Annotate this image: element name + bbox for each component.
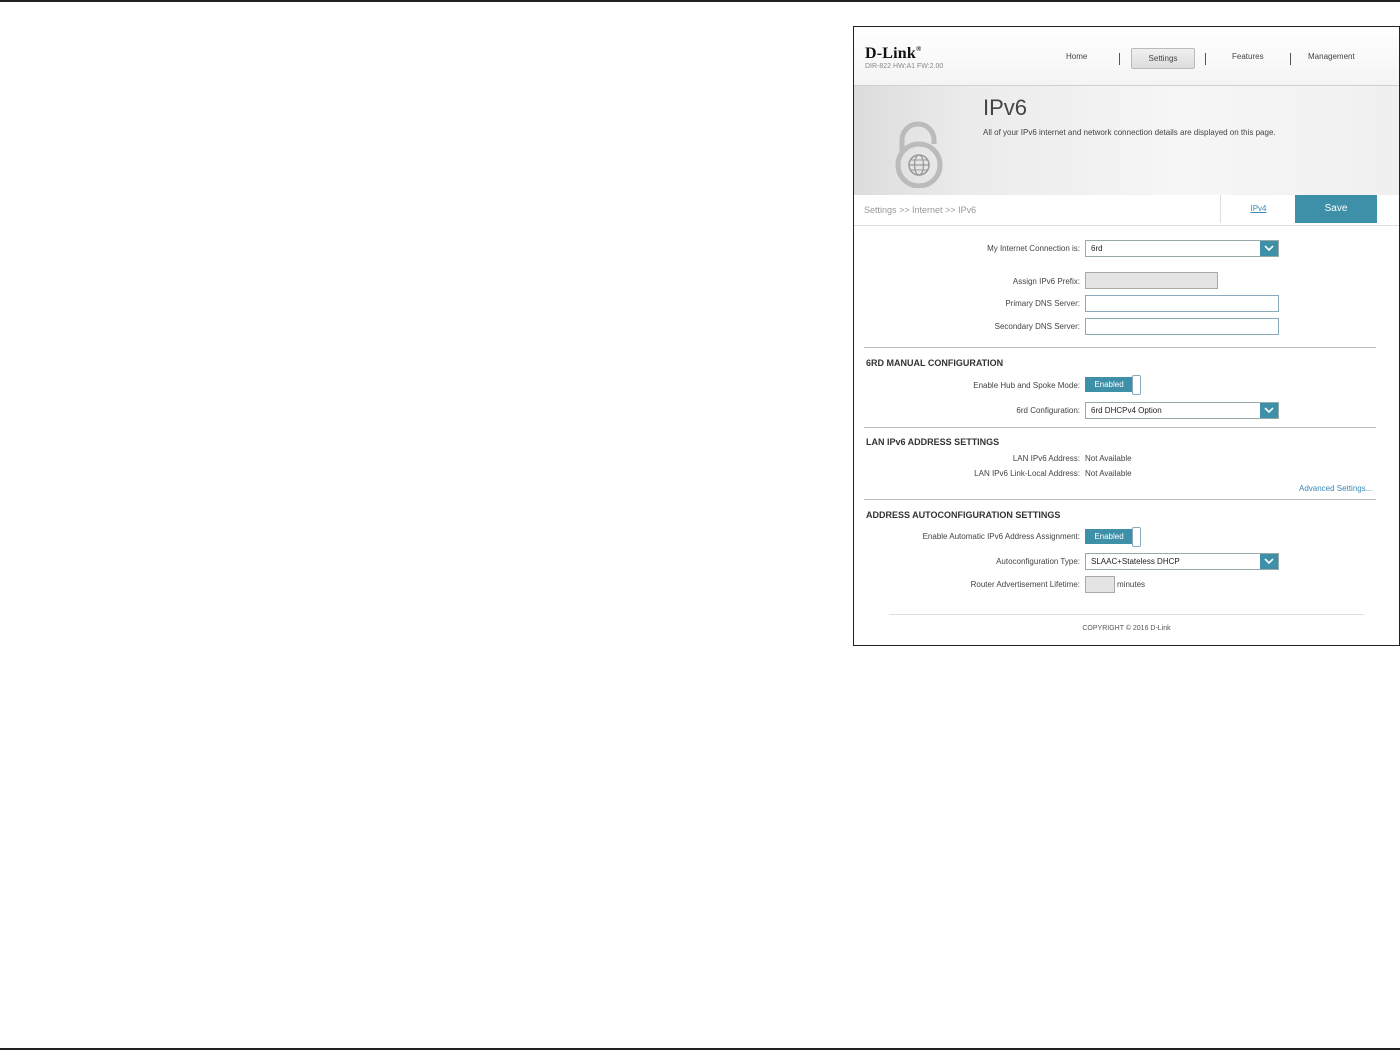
- page-title: IPv6: [983, 95, 1028, 120]
- 6rd-config-select[interactable]: 6rd DHCPv4 Option: [1085, 402, 1279, 419]
- chevron-down-icon: [1260, 403, 1278, 418]
- section-heading-lan: LAN IPv6 ADDRESS SETTINGS: [866, 437, 1000, 447]
- header: D-Link® DIR-822 HW:A1 FW:2.00 Home Setti…: [854, 27, 1399, 85]
- lan-link-local-value: Not Available: [1085, 469, 1132, 478]
- section-divider: [864, 427, 1376, 428]
- connection-type-value: 6rd: [1091, 244, 1103, 253]
- section-heading-6rd: 6RD MANUAL CONFIGURATION: [866, 358, 1004, 368]
- toggle-knob: [1132, 375, 1141, 395]
- model-info: DIR-822 HW:A1 FW:2.00: [865, 63, 944, 70]
- lock-globe-icon: [895, 121, 943, 188]
- secondary-dns-field[interactable]: [1085, 318, 1279, 335]
- auto-assign-label: Enable Automatic IPv6 Address Assignment…: [922, 532, 1080, 541]
- breadcrumb-bar: Settings >> Internet >> IPv6 IPv4 Save: [854, 195, 1399, 226]
- hub-spoke-label: Enable Hub and Spoke Mode:: [973, 381, 1080, 390]
- assign-prefix-field: [1085, 272, 1218, 289]
- nav-settings[interactable]: Settings: [1131, 48, 1195, 69]
- autoconfig-type-value: SLAAC+Stateless DHCP: [1091, 557, 1180, 566]
- primary-dns-field[interactable]: [1085, 295, 1279, 312]
- save-button[interactable]: Save: [1295, 195, 1377, 223]
- lan-address-value: Not Available: [1085, 454, 1132, 463]
- page-top-rule: [0, 0, 1400, 2]
- auto-assign-toggle[interactable]: Enabled: [1085, 527, 1141, 547]
- connection-type-select[interactable]: 6rd: [1085, 240, 1279, 257]
- hub-spoke-toggle[interactable]: Enabled: [1085, 375, 1141, 395]
- lifetime-label: Router Advertisement Lifetime:: [970, 580, 1080, 589]
- chevron-down-icon: [1260, 554, 1278, 569]
- toggle-knob: [1132, 527, 1141, 547]
- section-divider: [864, 347, 1376, 348]
- dlink-logo: D-Link®: [865, 45, 922, 62]
- lifetime-field[interactable]: [1085, 576, 1115, 593]
- hub-spoke-state: Enabled: [1085, 377, 1133, 392]
- nav-home[interactable]: Home: [1066, 52, 1087, 61]
- lan-address-label: LAN IPv6 Address:: [1012, 454, 1080, 463]
- section-divider: [864, 499, 1376, 500]
- router-ui-screenshot: D-Link® DIR-822 HW:A1 FW:2.00 Home Setti…: [853, 26, 1400, 646]
- footer-divider: [889, 614, 1364, 615]
- autoconfig-type-label: Autoconfiguration Type:: [996, 557, 1080, 566]
- page-bottom-rule: [0, 1048, 1400, 1050]
- secondary-dns-label: Secondary DNS Server:: [994, 322, 1080, 331]
- connection-type-label: My Internet Connection is:: [987, 244, 1080, 253]
- 6rd-config-label: 6rd Configuration:: [1016, 406, 1080, 415]
- ipv4-link[interactable]: IPv4: [1220, 195, 1296, 223]
- primary-dns-label: Primary DNS Server:: [1005, 299, 1080, 308]
- advanced-settings-link[interactable]: Advanced Settings...: [1299, 484, 1372, 493]
- nav-management[interactable]: Management: [1308, 52, 1355, 61]
- assign-prefix-label: Assign IPv6 Prefix:: [1012, 277, 1080, 286]
- nav-separator: [1205, 53, 1206, 65]
- auto-assign-state: Enabled: [1085, 529, 1133, 544]
- chevron-down-icon: [1260, 241, 1278, 256]
- lifetime-unit: minutes: [1117, 580, 1146, 589]
- page-description: All of your IPv6 internet and network co…: [983, 128, 1276, 137]
- lan-link-local-label: LAN IPv6 Link-Local Address:: [974, 469, 1080, 478]
- section-heading-autoconfig: ADDRESS AUTOCONFIGURATION SETTINGS: [866, 510, 1061, 520]
- breadcrumb: Settings >> Internet >> IPv6: [864, 205, 977, 215]
- nav-separator: [1290, 53, 1291, 65]
- nav-features[interactable]: Features: [1232, 52, 1264, 61]
- copyright: COPYRIGHT © 2016 D-Link: [1082, 625, 1171, 632]
- page-banner: IPv6 All of your IPv6 internet and netwo…: [854, 85, 1399, 196]
- nav-separator: [1119, 53, 1120, 65]
- 6rd-config-value: 6rd DHCPv4 Option: [1091, 406, 1162, 415]
- autoconfig-type-select[interactable]: SLAAC+Stateless DHCP: [1085, 553, 1279, 570]
